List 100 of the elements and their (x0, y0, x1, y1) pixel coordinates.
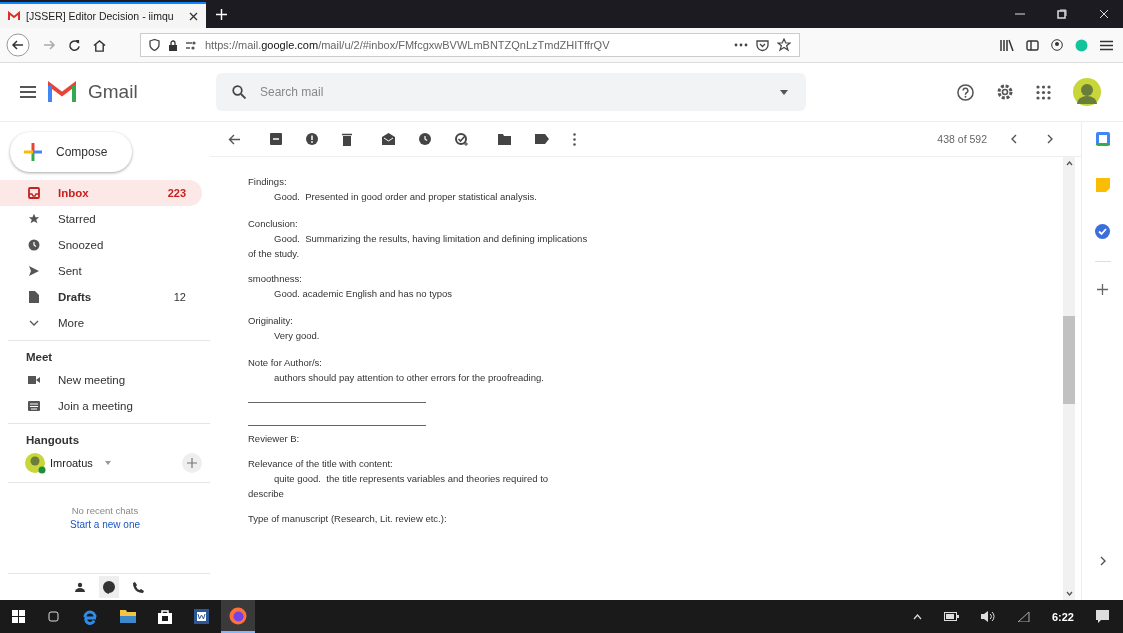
hangouts-user[interactable]: Imroatus (50, 457, 93, 469)
more-icon[interactable] (734, 43, 748, 47)
word-processor-icon[interactable] (194, 609, 209, 624)
meet-item[interactable]: New meeting (0, 367, 202, 393)
nav-item[interactable]: Inbox 223 (0, 180, 202, 206)
library-icon[interactable] (1000, 39, 1014, 51)
gmail-logo-icon (8, 11, 20, 21)
home-icon[interactable] (93, 38, 106, 52)
store-bag-icon[interactable] (158, 609, 172, 624)
plus-icon[interactable] (1097, 284, 1108, 295)
message-text: Originality: (248, 314, 294, 327)
pocket-icon[interactable] (756, 38, 769, 52)
meet-item[interactable]: Join a meeting (0, 393, 202, 419)
app-name: Gmail (88, 81, 138, 103)
message-text: Reviewer B: (248, 432, 301, 445)
dropdown-caret-icon[interactable] (780, 89, 788, 95)
person-icon[interactable] (74, 582, 85, 592)
nav-item[interactable]: Snoozed (0, 232, 202, 258)
new-tab-icon[interactable] (216, 9, 227, 20)
message-text: describe (248, 487, 285, 500)
permissions-icon (186, 40, 197, 50)
chevron-right-icon[interactable] (1047, 134, 1053, 144)
back-icon[interactable] (6, 33, 30, 57)
scroll-down-icon[interactable] (1065, 591, 1073, 596)
clock-time[interactable]: 6:22 (1051, 610, 1074, 623)
account-icon[interactable] (1051, 39, 1063, 51)
url-text: https://mail.google.com/mail/u/2/#inbox/FMfcgxwBVWLmBNTZQnLzTmdZHITffrQV (205, 39, 610, 51)
nav-item[interactable]: More (0, 310, 202, 336)
menu-icon[interactable] (1100, 39, 1113, 51)
message-text: Note for Author/s: (248, 356, 323, 369)
plus-icon (24, 143, 42, 161)
check-circle-icon[interactable] (1095, 224, 1110, 239)
nav-item[interactable]: Sent (0, 258, 202, 284)
message-text: smoothness: (248, 272, 303, 285)
reload-icon[interactable] (68, 38, 81, 52)
address-bar[interactable]: https://mail.google.com/mail/u/2/#inbox/FMfcgxwBVWLmBNTZQnLzTmdZHITffrQV (140, 33, 800, 57)
message-text: Findings: (248, 175, 288, 188)
message-text: Relevance of the title with content: (248, 457, 394, 470)
folder-icon[interactable] (498, 133, 511, 145)
add-task-icon[interactable] (455, 132, 468, 146)
task-view-icon[interactable] (47, 611, 60, 622)
archive-icon[interactable] (270, 133, 282, 145)
browser-tab[interactable]: [JSSER] Editor Decision - iimqu (0, 2, 206, 28)
chevron-left-icon[interactable] (1011, 134, 1017, 144)
avatar-icon (24, 452, 46, 474)
report-spam-icon[interactable] (306, 133, 318, 145)
start-chat-link[interactable]: Start a new one (69, 519, 140, 530)
compose-button[interactable]: Compose (10, 132, 132, 172)
pager-text: 438 of 592 (937, 133, 987, 145)
scroll-up-icon[interactable] (1065, 161, 1073, 166)
gmail-logo-icon (48, 81, 76, 103)
star-icon (28, 213, 40, 225)
mark-unread-icon[interactable] (382, 133, 395, 145)
caret-icon[interactable] (104, 461, 111, 465)
lock-icon (168, 39, 178, 51)
delete-icon[interactable] (342, 132, 352, 146)
battery-icon[interactable] (943, 612, 959, 621)
chevron-right-icon[interactable] (1099, 556, 1106, 566)
message-text: of the study. (248, 247, 301, 260)
settings-icon[interactable] (996, 83, 1014, 101)
chat-tab[interactable] (98, 576, 119, 598)
apps-grid-icon[interactable] (1036, 84, 1051, 100)
sidebar-icon[interactable] (1026, 39, 1039, 51)
search-bar[interactable]: Search mail (216, 73, 806, 111)
nav-item[interactable]: Drafts 12 (0, 284, 202, 310)
more-vertical-icon[interactable] (573, 132, 576, 146)
search-field[interactable]: Search mail (258, 84, 768, 100)
section-title: Meet (25, 350, 54, 365)
message-text: Good. academic English and has no typos (273, 287, 453, 301)
clock-icon[interactable] (419, 133, 431, 145)
star-icon[interactable] (777, 38, 791, 52)
firefox-taskbar-button[interactable] (221, 600, 255, 633)
chevron-up-icon[interactable] (912, 613, 922, 620)
clock-icon (28, 239, 40, 251)
restore-icon[interactable] (1057, 9, 1067, 19)
empty-chats-text: No recent chats (70, 505, 140, 516)
volume-icon[interactable] (980, 611, 995, 622)
calendar-icon[interactable] (1095, 132, 1110, 146)
help-icon[interactable] (957, 83, 974, 101)
label-icon[interactable] (535, 134, 549, 144)
notifications-icon[interactable] (1096, 609, 1111, 624)
avatar-icon[interactable] (1073, 78, 1101, 106)
shield-icon (149, 39, 160, 51)
menu-icon[interactable] (20, 86, 36, 98)
send-icon (28, 265, 40, 277)
scrollbar-thumb[interactable] (1063, 316, 1075, 404)
phone-icon[interactable] (132, 581, 144, 593)
message-text: authors should pay attention to other errors for the proofreading. (273, 371, 545, 385)
chat-bubble-icon (102, 580, 115, 594)
search-icon (232, 85, 246, 99)
message-text: Very good. (273, 329, 321, 343)
nav-item[interactable]: Starred (0, 206, 202, 232)
edge-browser-icon[interactable] (82, 608, 98, 625)
windows-logo-icon[interactable] (12, 610, 25, 623)
back-arrow-icon[interactable] (228, 133, 240, 145)
close-icon[interactable] (189, 11, 198, 21)
file-icon (28, 291, 40, 303)
folder-icon[interactable] (120, 610, 136, 623)
message-text: Conclusion: (248, 217, 299, 230)
section-title: Hangouts (25, 433, 81, 448)
